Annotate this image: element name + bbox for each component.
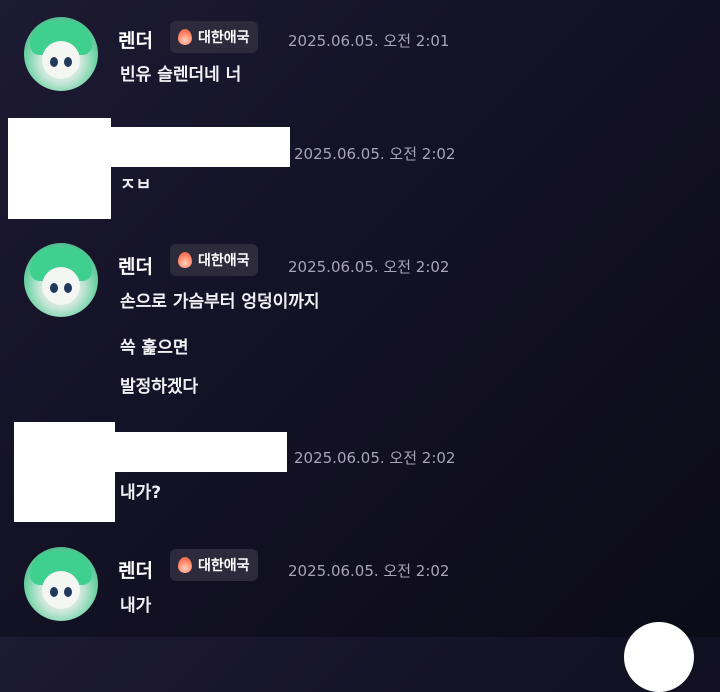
author-name[interactable]: 렌더 xyxy=(118,26,153,53)
message-line: ㅈㅂ xyxy=(120,175,152,195)
author-badge: 대한애국 xyxy=(170,21,258,53)
badge-label: 대한애국 xyxy=(198,558,250,574)
author-badge: 대한애국 xyxy=(170,244,258,276)
author-name[interactable]: 렌더 xyxy=(118,252,153,279)
message-line: 빈유 슬렌더네 너 xyxy=(120,65,242,85)
message-line: 손으로 가슴부터 엉덩이까지 xyxy=(120,292,320,312)
author-name[interactable]: 렌더 xyxy=(118,556,153,583)
avatar[interactable] xyxy=(24,243,98,317)
fire-icon xyxy=(178,252,192,268)
avatar[interactable] xyxy=(24,547,98,621)
timestamp: 2025.06.05. 오전 2:02 xyxy=(294,145,456,163)
scroll-to-bottom-button[interactable] xyxy=(624,622,694,692)
message-line: 내가? xyxy=(120,483,162,503)
avatar[interactable] xyxy=(24,17,98,91)
timestamp: 2025.06.05. 오전 2:02 xyxy=(294,449,456,467)
redacted-avatar xyxy=(8,118,111,219)
message-line: 쓱 훑으면 xyxy=(120,338,189,358)
badge-label: 대한애국 xyxy=(198,253,250,269)
message-line: 내가 xyxy=(120,596,152,616)
redacted-avatar xyxy=(14,422,115,522)
message-line: 발정하겠다 xyxy=(120,377,199,397)
redacted-name xyxy=(110,127,290,167)
fire-icon xyxy=(178,557,192,573)
badge-label: 대한애국 xyxy=(198,30,250,46)
timestamp: 2025.06.05. 오전 2:01 xyxy=(288,32,450,50)
author-badge: 대한애국 xyxy=(170,549,258,581)
redacted-name xyxy=(114,432,287,472)
fire-icon xyxy=(178,29,192,45)
timestamp: 2025.06.05. 오전 2:02 xyxy=(288,258,450,276)
timestamp: 2025.06.05. 오전 2:02 xyxy=(288,562,450,580)
